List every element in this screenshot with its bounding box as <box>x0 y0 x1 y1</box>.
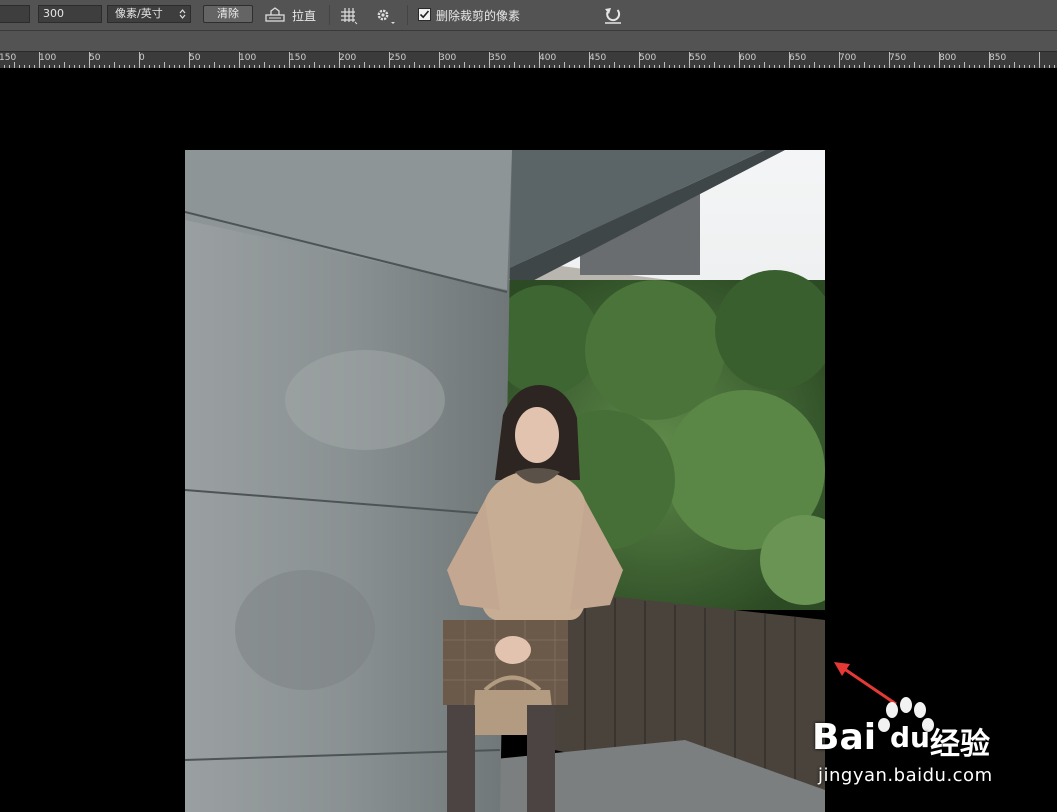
ruler-tick-label: 150 <box>0 53 17 63</box>
watermark-url: jingyan.baidu.com <box>818 765 993 786</box>
ruler-tick-label: 100 <box>39 53 57 63</box>
watermark-bai: Bai <box>812 717 877 758</box>
ruler-tick-label: 0 <box>139 53 145 63</box>
ruler-tick-label: 550 <box>689 53 707 63</box>
dropdown-arrow-icon <box>179 9 186 19</box>
horizontal-ruler[interactable]: 150 100 50 0 50 100 150 200 250 300 350 … <box>0 51 1057 69</box>
checkbox-icon[interactable] <box>418 8 431 21</box>
grid-overlay-icon[interactable] <box>340 7 358 25</box>
ruler-tick-label: 650 <box>789 53 807 63</box>
photo-image[interactable] <box>185 150 825 812</box>
ruler-area: 150 100 50 0 50 100 150 200 250 300 350 … <box>0 31 1057 69</box>
ruler-tick-label: 850 <box>989 53 1007 63</box>
ruler-tick-label: 200 <box>339 53 357 63</box>
undo-rotate-icon[interactable] <box>603 6 623 24</box>
ruler-tick-label: 300 <box>439 53 457 63</box>
ruler-tick-label: 100 <box>239 53 257 63</box>
gear-icon[interactable] <box>374 6 396 26</box>
ruler-tick-label: 700 <box>839 53 857 63</box>
ruler-tick-label: 800 <box>939 53 957 63</box>
ratio-input[interactable] <box>0 5 30 23</box>
ruler-tick-label: 450 <box>589 53 607 63</box>
ruler-tick-label: 350 <box>489 53 507 63</box>
ruler-tick-label: 600 <box>739 53 757 63</box>
ruler-tick-label: 150 <box>289 53 307 63</box>
clear-button[interactable]: 清除 <box>203 5 253 23</box>
resolution-unit-select[interactable]: 像素/英寸 <box>107 5 191 23</box>
crop-options-bar: 300 像素/英寸 清除 拉直 删除裁剪的像素 <box>0 0 1057 31</box>
ruler-tick-label: 250 <box>389 53 407 63</box>
watermark-du: du <box>890 721 930 754</box>
watermark-jingyan: 经验 <box>930 727 990 762</box>
ruler-tick-label: 400 <box>539 53 557 63</box>
resolution-unit-label: 像素/英寸 <box>115 7 163 20</box>
straighten-label[interactable]: 拉直 <box>292 7 316 24</box>
straighten-icon[interactable] <box>265 7 285 23</box>
ruler-tick-label: 500 <box>639 53 657 63</box>
toolbar-divider-2 <box>407 5 408 25</box>
ruler-tick-label: 50 <box>89 53 101 63</box>
ruler-tick-label: 750 <box>889 53 907 63</box>
photo-illustration <box>185 150 825 812</box>
toolbar-divider <box>329 5 330 25</box>
delete-cropped-label[interactable]: 删除裁剪的像素 <box>436 7 520 24</box>
resolution-input[interactable]: 300 <box>38 5 102 23</box>
ruler-tick-label: 50 <box>189 53 201 63</box>
